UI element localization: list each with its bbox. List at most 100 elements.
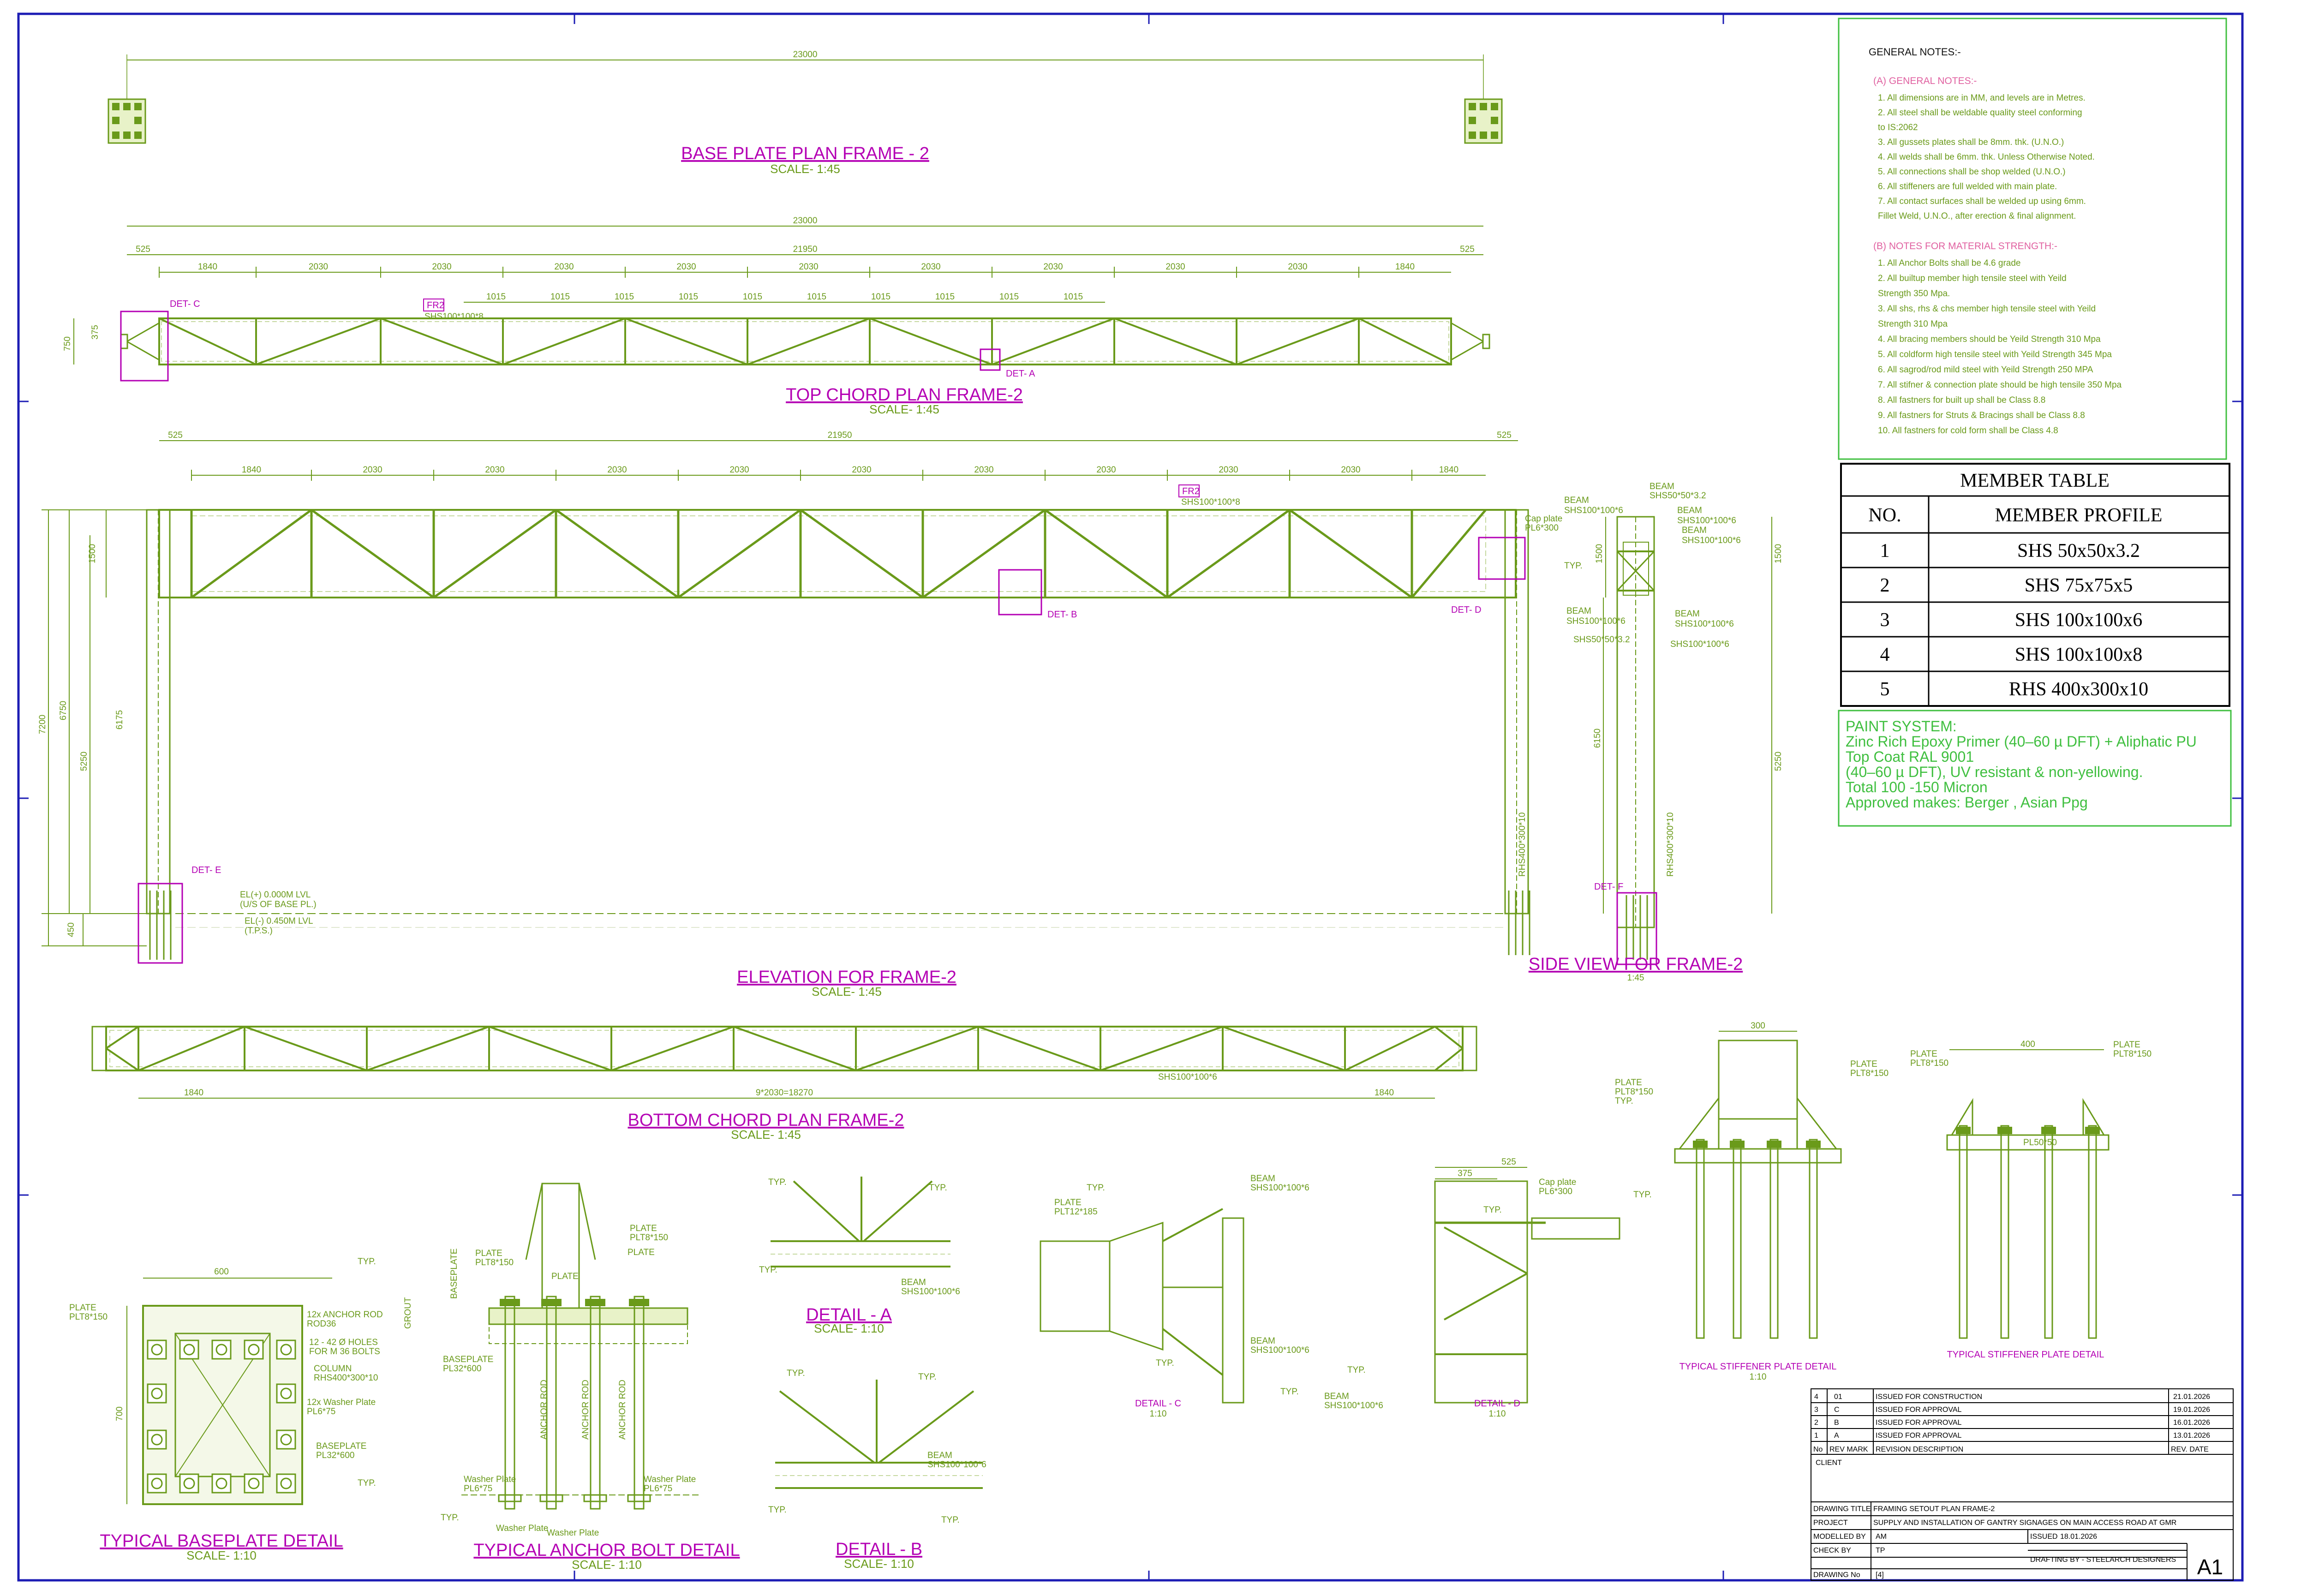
note-b-item: Strength 310 Mpa bbox=[1878, 319, 1948, 329]
bottom-diagonal bbox=[138, 1026, 245, 1071]
note-a-item: 6. All stiffeners are full welded with m… bbox=[1878, 182, 2057, 191]
ab-rod-v3: ANCHOR ROD bbox=[618, 1380, 628, 1440]
rev-no: 3 bbox=[1814, 1406, 1818, 1414]
top-half-bay-dims: 1015 1015 1015 1015 1015 1015 1015 1015 1015 1015 bbox=[486, 292, 1083, 302]
washer-plate bbox=[276, 1383, 296, 1404]
st1-plt-l: PLT8*150 bbox=[1615, 1087, 1653, 1097]
da-shs: SHS100*100*6 bbox=[901, 1287, 960, 1297]
member-col-no: NO. bbox=[1868, 505, 1901, 526]
top-chord-bracing bbox=[158, 317, 1452, 365]
member-col-profile: MEMBER PROFILE bbox=[1995, 505, 2163, 526]
drafting: DRAFTING BY - STEELARCH DESIGNERS bbox=[2030, 1556, 2176, 1564]
rev-date: 13.01.2026 bbox=[2173, 1432, 2210, 1440]
paint-line: Approved makes: Berger , Asian Ppg bbox=[1846, 794, 2088, 811]
nut bbox=[500, 1299, 520, 1306]
check-label: CHECK BY bbox=[1813, 1547, 1851, 1554]
rev-desc: ISSUED FOR APPROVAL bbox=[1876, 1406, 1962, 1414]
bp-rhs: RHS400*300*10 bbox=[314, 1373, 378, 1383]
rev-no: 4 bbox=[1814, 1393, 1818, 1401]
bp-rod: 12x ANCHOR ROD bbox=[307, 1310, 383, 1320]
ab-washer-2: Washer Plate bbox=[644, 1475, 696, 1484]
bay-dim-label: 2030 bbox=[1288, 262, 1307, 272]
dc-beam1: BEAM bbox=[1250, 1174, 1275, 1184]
half-bay-dim-label: 1015 bbox=[999, 292, 1019, 302]
bottom-diagonal bbox=[611, 1026, 734, 1071]
stiffener-detail-1: 300 PLATE PLT8*150 TYP. PLATE PLT8*150 T… bbox=[1615, 1021, 1889, 1382]
top-bay-dims: 1840 2030 2030 2030 2030 2030 2030 2030 2030 2030… bbox=[159, 262, 1415, 278]
side-column: RHS400*300*10 bbox=[1666, 813, 1675, 877]
paint-lines: PAINT SYSTEM:Zinc Rich Epoxy Primer (40–… bbox=[1846, 718, 2197, 811]
elev-bay-label: 2030 bbox=[729, 465, 749, 475]
washer-plate bbox=[276, 1473, 296, 1494]
st2-pl50: PL50*50 bbox=[2023, 1138, 2057, 1148]
detail-c-title: DETAIL - C bbox=[1135, 1399, 1181, 1409]
rev-no: 2 bbox=[1814, 1419, 1818, 1427]
rev-desc: ISSUED FOR APPROVAL bbox=[1876, 1419, 1962, 1427]
bottom-chord-scale: SCALE- 1:45 bbox=[731, 1128, 801, 1142]
elev-diagonal bbox=[311, 508, 435, 599]
bottom-diagonal bbox=[244, 1026, 367, 1071]
bay-dim-label: 1840 bbox=[198, 262, 217, 272]
bp-700: 700 bbox=[115, 1406, 125, 1421]
nut bbox=[541, 1299, 562, 1306]
elev-bay-label: 2030 bbox=[852, 465, 871, 475]
bp-plate: PLATE bbox=[69, 1303, 96, 1313]
bay-dim-label: 2030 bbox=[554, 262, 574, 272]
member-profile: SHS 100x100x8 bbox=[2015, 644, 2143, 665]
note-b-item: 3. All shs, rhs & chs member high tensil… bbox=[1878, 304, 2096, 314]
nut bbox=[585, 1299, 605, 1306]
ab-typ: TYP. bbox=[441, 1513, 459, 1523]
washer-plate bbox=[147, 1383, 167, 1404]
bp-rod36: ROD36 bbox=[307, 1319, 336, 1329]
bottom-diagonal bbox=[1345, 1026, 1435, 1071]
bp-holes: 12 - 42 Ø HOLES bbox=[309, 1338, 378, 1347]
dc-plate: PLATE bbox=[1054, 1198, 1082, 1207]
detail-c-scale: 1:10 bbox=[1150, 1409, 1167, 1419]
note-b-item: 10. All fastners for cold form shall be … bbox=[1878, 426, 2058, 436]
elev-diagonal bbox=[1044, 508, 1168, 599]
diagonal-member bbox=[380, 317, 503, 365]
bay-dim-label: 2030 bbox=[1043, 262, 1063, 272]
member-profile: SHS 75x75x5 bbox=[2025, 575, 2133, 596]
elev-diagonal bbox=[922, 508, 1046, 599]
bp-typ: TYP. bbox=[358, 1257, 376, 1267]
rev-h-date: REV. DATE bbox=[2171, 1446, 2209, 1453]
detail-d: 525 375 Cap plate PL6*300 TYP. TYP. TYP.… bbox=[1324, 1157, 1652, 1419]
washer-plate bbox=[211, 1473, 232, 1494]
nut bbox=[1956, 1127, 1971, 1134]
stiffener-1-title: TYPICAL STIFFENER PLATE DETAIL bbox=[1679, 1362, 1837, 1372]
detail-b: BEAM SHS100*100*6 TYP. TYP. TYP. TYP. DE… bbox=[768, 1369, 986, 1571]
ab-pl32: PL32*600 bbox=[443, 1364, 481, 1374]
ab-grout: GROUT bbox=[403, 1297, 413, 1329]
paint-line: (40–60 µ DFT), UV resistant & non-yellow… bbox=[1846, 764, 2143, 780]
rev-h-desc: REVISION DESCRIPTION bbox=[1876, 1446, 1963, 1453]
dd-375: 375 bbox=[1458, 1169, 1472, 1178]
washer-plate bbox=[147, 1429, 167, 1450]
nut bbox=[629, 1299, 649, 1306]
side-beam-7b: SHS100*100*6 bbox=[1675, 619, 1734, 629]
bay-dim-label: 2030 bbox=[309, 262, 328, 272]
member-no: 2 bbox=[1880, 575, 1890, 596]
nut bbox=[1730, 1141, 1745, 1148]
note-a-item: 7. All contact surfaces shall be welded … bbox=[1878, 197, 2086, 206]
stiffener-rod bbox=[1696, 1139, 1705, 1339]
ab-plate-3: PLATE bbox=[551, 1272, 579, 1281]
detail-c: PLATE PLT12*185 BEAM SHS100*100*6 BEAM S… bbox=[1040, 1174, 1309, 1419]
top-end-dim-right: 525 bbox=[1460, 245, 1475, 254]
elev-fr2: FR2 bbox=[1182, 486, 1200, 496]
project-label: PROJECT bbox=[1813, 1519, 1848, 1527]
st2-plt-l: PLT8*150 bbox=[1910, 1058, 1948, 1068]
diagonal-member bbox=[992, 317, 1115, 365]
st2-plate-l: PLATE bbox=[1910, 1049, 1937, 1059]
check: TP bbox=[1876, 1547, 1885, 1554]
ab-rod-v1: ANCHOR ROD bbox=[539, 1380, 549, 1440]
side-beam-1: BEAM bbox=[1564, 496, 1589, 505]
st1-plate-l: PLATE bbox=[1615, 1078, 1642, 1088]
top-chord-scale: SCALE- 1:45 bbox=[869, 402, 939, 416]
side-1500: 1500 bbox=[1595, 544, 1604, 563]
side-beam-3b: SHS100*100*6 bbox=[1677, 516, 1736, 526]
base-plate-overall-dim: 23000 bbox=[793, 50, 818, 60]
stiffener-rod bbox=[1733, 1139, 1742, 1339]
project: SUPPLY AND INSTALLATION OF GANTRY SIGNAG… bbox=[1873, 1519, 2176, 1527]
ab-pl675-2: PL6*75 bbox=[644, 1484, 672, 1494]
